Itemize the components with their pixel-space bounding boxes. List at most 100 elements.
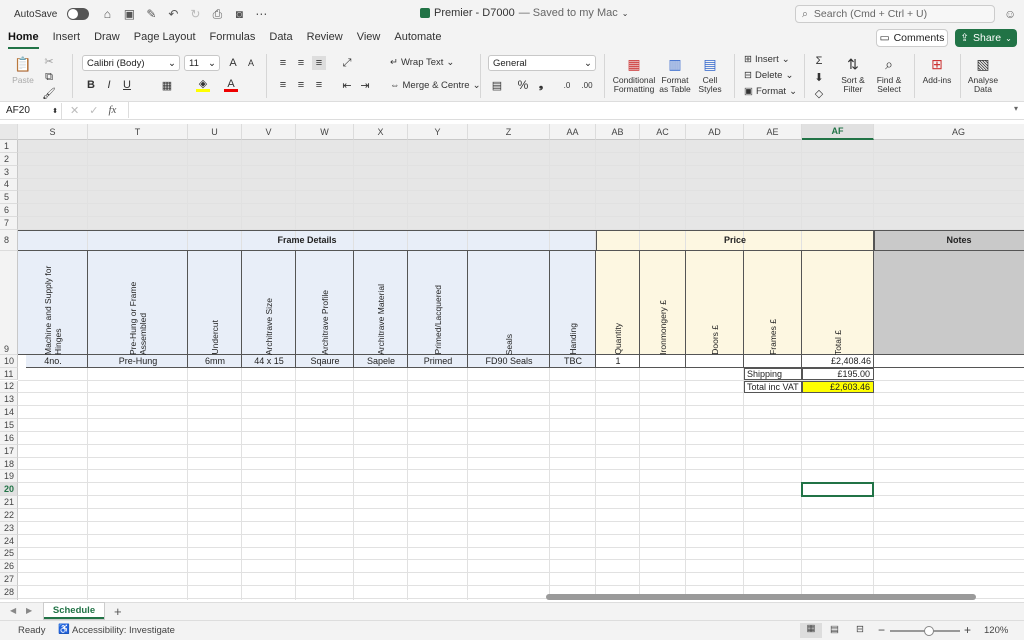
more-icon[interactable]: ⋯ (253, 6, 269, 22)
row-header[interactable]: 24 (0, 534, 18, 548)
data-cell[interactable]: Pre-Hung (88, 355, 188, 368)
column-header[interactable]: AE (744, 124, 802, 140)
delete-cells-button[interactable]: ⊟ Delete ⌄ (744, 70, 793, 81)
row-header[interactable]: 4 (0, 178, 18, 192)
cell-styles-button[interactable]: ▤ Cell Styles (694, 54, 726, 94)
name-box[interactable]: AF20 ⬍ (0, 102, 62, 119)
cut-icon[interactable]: ✂ (42, 54, 56, 68)
data-cell[interactable]: 44 x 15 (242, 355, 296, 368)
formula-input[interactable] (128, 102, 1008, 118)
increase-indent-icon[interactable]: ⇥ (358, 78, 372, 92)
find-select-button[interactable]: ⌕ Find & Select (872, 54, 906, 94)
column-title-cell[interactable]: Ironmongery £ (640, 251, 686, 355)
sheet-tab-schedule[interactable]: Schedule (44, 603, 104, 619)
font-name-select[interactable]: Calibri (Body) ⌄ (82, 55, 180, 71)
font-size-select[interactable]: 11 ⌄ (184, 55, 220, 71)
column-header[interactable]: Y (408, 124, 468, 140)
accessibility-status[interactable]: Accessibility: Investigate (72, 625, 175, 636)
borders-icon[interactable]: ▦ (160, 78, 174, 92)
print-icon[interactable]: ⎙ (209, 6, 225, 22)
column-header[interactable]: AG (874, 124, 1024, 140)
decrease-font-icon[interactable]: A (244, 56, 258, 70)
tab-formulas[interactable]: Formulas (210, 28, 266, 50)
zoom-slider-thumb[interactable] (924, 626, 934, 636)
column-title-cell[interactable]: Architrave Material (354, 251, 408, 355)
undo-icon[interactable]: ↶ (165, 6, 181, 22)
row-header[interactable]: 29 (0, 598, 18, 600)
camera-icon[interactable]: ◙ (231, 6, 247, 22)
decrease-indent-icon[interactable]: ⇤ (340, 78, 354, 92)
autosum-icon[interactable]: Σ (812, 54, 826, 68)
row-header[interactable]: 11 (0, 367, 18, 381)
column-title-cell[interactable]: Architrave Size (242, 251, 296, 355)
row-header[interactable]: 8 (0, 229, 18, 251)
zoom-slider[interactable] (890, 626, 960, 636)
column-title-cell[interactable]: Doors £ (686, 251, 744, 355)
column-header[interactable]: X (354, 124, 408, 140)
add-ins-button[interactable]: ⊞ Add-ins (920, 54, 954, 85)
column-title-cell[interactable]: Frames £ (744, 251, 802, 355)
increase-font-icon[interactable]: A (226, 56, 240, 70)
column-header[interactable]: V (242, 124, 296, 140)
paste-button[interactable]: 📋 Paste (8, 54, 38, 85)
zoom-out-icon[interactable]: − (878, 623, 885, 637)
active-cell[interactable] (801, 482, 874, 498)
orientation-icon[interactable]: ⤢ (340, 56, 354, 70)
row-header[interactable]: 16 (0, 431, 18, 445)
row-header[interactable]: 10 (0, 354, 18, 368)
column-header[interactable]: AD (686, 124, 744, 140)
comments-button[interactable]: ▭ Comments (876, 29, 948, 47)
horizontal-scrollbar[interactable] (546, 594, 976, 600)
row-header[interactable]: 12 (0, 380, 18, 394)
zoom-in-icon[interactable]: + (964, 623, 971, 637)
row-header[interactable]: 25 (0, 547, 18, 561)
tab-draw[interactable]: Draw (94, 28, 130, 50)
column-title-cell[interactable]: Total £ (802, 251, 874, 355)
row-header[interactable]: 15 (0, 419, 18, 432)
align-middle-icon[interactable]: ≡ (294, 56, 308, 70)
column-header[interactable]: W (296, 124, 354, 140)
save-icon[interactable]: ▣ (121, 6, 137, 22)
edit-icon[interactable]: ✎ (143, 6, 159, 22)
worksheet-grid[interactable]: S T U V W X Y Z AA AB AC AD AE AF AG 1 2 3 4 5 6 7 8 9 10 11 12 13 1… (0, 124, 1024, 600)
format-cells-button[interactable]: ▣ Format ⌄ (744, 86, 797, 97)
tab-home[interactable]: Home (8, 28, 49, 50)
align-center-icon[interactable]: ≡ (294, 78, 308, 92)
page-layout-view-icon[interactable]: ▤ (830, 624, 839, 635)
data-cell[interactable] (18, 354, 26, 368)
analyse-data-button[interactable]: ▧ Analyse Data (964, 54, 1002, 94)
share-button[interactable]: ⇪ Share ⌄ (955, 29, 1017, 47)
tab-page-layout[interactable]: Page Layout (134, 28, 206, 50)
row-header[interactable]: 14 (0, 406, 18, 420)
italic-button[interactable]: I (102, 78, 116, 92)
data-cell[interactable]: 6mm (188, 355, 242, 368)
column-title-cell[interactable]: Machine and Supply for Hinges (18, 251, 88, 354)
total-inc-vat-value[interactable]: £2,603.46 (802, 380, 874, 394)
column-header[interactable]: T (88, 124, 188, 140)
account-icon[interactable]: ☺ (1004, 7, 1016, 21)
tab-automate[interactable]: Automate (394, 28, 451, 50)
row-header[interactable]: 5 (0, 191, 18, 205)
row-header[interactable]: 27 (0, 573, 18, 587)
add-sheet-icon[interactable]: + (114, 604, 122, 619)
sort-filter-button[interactable]: ⇅ Sort & Filter (836, 54, 870, 94)
decrease-decimal-icon[interactable]: .00 (580, 78, 594, 92)
align-right-icon[interactable]: ≡ (312, 78, 326, 92)
next-sheet-icon[interactable]: ▶ (26, 606, 32, 615)
expand-formula-icon[interactable]: ▾ (1014, 104, 1018, 113)
align-left-icon[interactable]: ≡ (276, 78, 290, 92)
search-input[interactable]: ⌕ Search (Cmd + Ctrl + U) (795, 5, 995, 23)
insert-cells-button[interactable]: ⊞ Insert ⌄ (744, 54, 790, 65)
align-bottom-icon[interactable]: ≡ (312, 56, 326, 70)
data-cell[interactable]: Primed (408, 355, 468, 368)
column-title-cell[interactable]: Architrave Profile (296, 251, 354, 355)
tab-review[interactable]: Review (307, 28, 353, 50)
row-header[interactable]: 1 (0, 140, 18, 153)
conditional-formatting-button[interactable]: ▦ Conditional Formatting (612, 54, 656, 94)
row-header[interactable]: 9 (0, 250, 18, 355)
column-header[interactable]: AC (640, 124, 686, 140)
row-header[interactable]: 21 (0, 496, 18, 509)
column-title-cell[interactable]: Pre-Hung or Frame Assembled (88, 251, 188, 355)
home-icon[interactable]: ⌂ (99, 6, 115, 22)
data-cell[interactable]: Sqaure (296, 355, 354, 368)
